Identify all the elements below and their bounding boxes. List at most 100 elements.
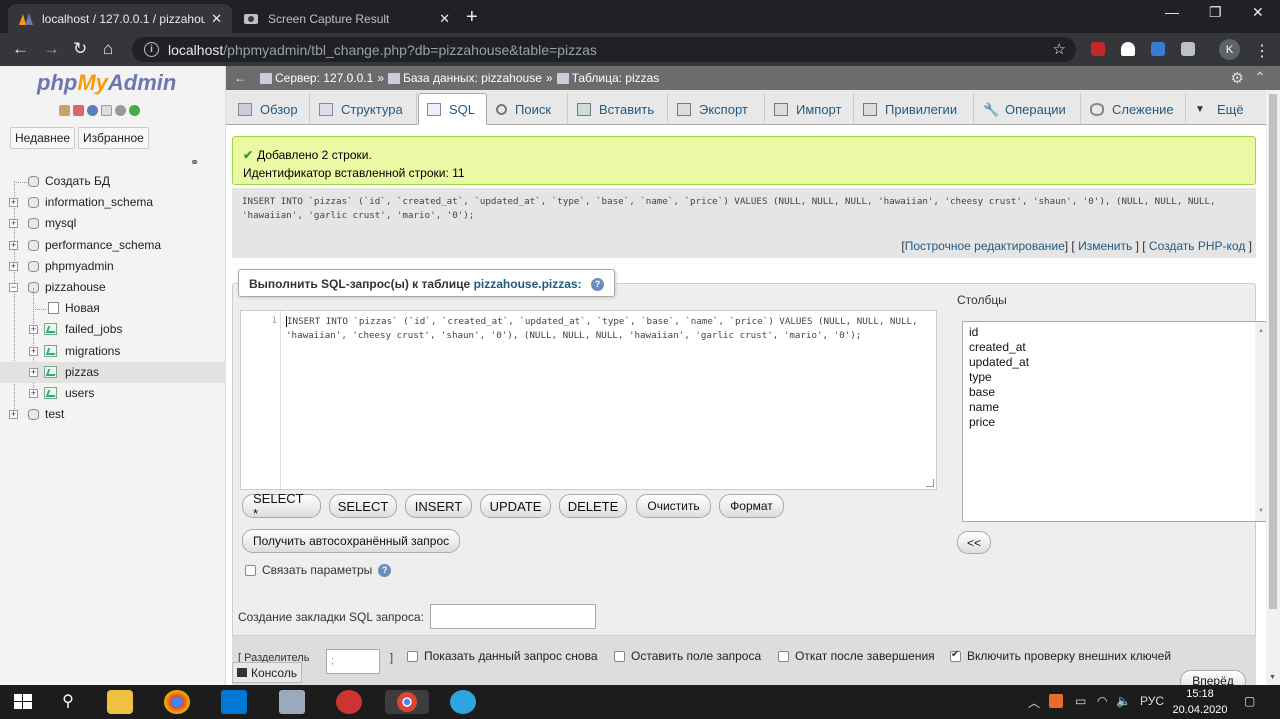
page-scrollbar[interactable]: ▼ xyxy=(1266,90,1280,685)
expand-icon[interactable]: + xyxy=(9,261,18,271)
tree-table-migrations[interactable]: + migrations xyxy=(0,341,226,362)
foreign-key-checks-option[interactable]: Включить проверку внешних ключей xyxy=(950,649,1171,663)
volume-icon[interactable]: 🔈 xyxy=(1116,694,1131,708)
link-chain-icon[interactable]: ⚭ xyxy=(190,156,199,169)
inline-edit-link[interactable]: Построчное редактирование xyxy=(905,239,1065,253)
tab-search[interactable]: Поиск xyxy=(488,93,568,125)
browser-tab-phpmyadmin[interactable]: localhost / 127.0.0.1 / pizzahouse ✕ xyxy=(8,4,232,33)
logout-icon[interactable] xyxy=(73,105,84,116)
tree-db-phpmyadmin[interactable]: + phpmyadmin xyxy=(0,256,226,277)
tab-more[interactable]: ▼ Ещё xyxy=(1187,93,1249,125)
console-toggle[interactable]: Консоль xyxy=(232,662,302,683)
show-query-checkbox[interactable] xyxy=(407,650,418,662)
insert-column-button[interactable]: << xyxy=(957,531,991,554)
search-icon[interactable]: ⚲ xyxy=(55,690,81,714)
tray-display-icon[interactable]: ▭ xyxy=(1075,694,1086,708)
breadcrumb-table[interactable]: Таблица: pizzas xyxy=(572,71,660,85)
taskbar-clock[interactable]: 15:18 20.04.2020 xyxy=(1172,686,1228,718)
windows-start-icon[interactable] xyxy=(10,690,36,714)
clear-button[interactable]: Очистить xyxy=(636,494,711,518)
help-icon[interactable]: ? xyxy=(590,278,604,292)
file-explorer-icon[interactable] xyxy=(107,690,133,714)
bookmark-star-icon[interactable]: ☆ xyxy=(1053,40,1066,58)
scroll-down-icon[interactable]: ▼ xyxy=(1269,674,1276,681)
chrome-active-icon[interactable] xyxy=(385,690,429,714)
rollback-checkbox[interactable] xyxy=(778,650,789,662)
create-php-code-link[interactable]: Создать PHP-код xyxy=(1149,239,1245,253)
tab-privileges[interactable]: Привилегии xyxy=(855,93,974,125)
close-tab-icon[interactable]: ✕ xyxy=(211,11,222,27)
favorite-tables-button[interactable]: Избранное xyxy=(78,127,149,149)
tree-table-pizzas[interactable]: + pizzas xyxy=(0,361,226,383)
profile-avatar[interactable]: K xyxy=(1219,39,1240,60)
ccleaner-icon[interactable] xyxy=(336,690,362,714)
scrollbar-thumb[interactable] xyxy=(1269,94,1277,609)
expand-icon[interactable]: + xyxy=(29,346,38,356)
home-icon[interactable]: ⌂ xyxy=(103,39,113,59)
tree-table-failed-jobs[interactable]: + failed_jobs xyxy=(0,319,226,340)
reload-nav-icon[interactable] xyxy=(129,105,140,116)
input-language[interactable]: РУС xyxy=(1140,694,1164,708)
expand-icon[interactable]: + xyxy=(9,240,18,250)
address-bar[interactable]: i localhost/phpmyadmin/tbl_change.php?db… xyxy=(132,37,1076,62)
bind-parameters-option[interactable]: Связать параметры ? xyxy=(245,563,392,577)
shield-extension-icon[interactable] xyxy=(1151,42,1165,56)
column-option[interactable]: type xyxy=(969,370,1262,385)
home-icon[interactable] xyxy=(59,105,70,116)
expand-icon[interactable]: + xyxy=(29,325,38,335)
tab-tracking[interactable]: Слежение xyxy=(1082,93,1186,125)
expand-icon[interactable]: + xyxy=(9,198,18,208)
tree-db-performance-schema[interactable]: + performance_schema xyxy=(0,235,226,256)
columns-listbox[interactable]: id created_at updated_at type base name … xyxy=(962,321,1269,522)
tree-db-mysql[interactable]: + mysql xyxy=(0,213,226,234)
maximize-icon[interactable]: ❐ xyxy=(1209,4,1222,21)
ublock-extension-icon[interactable] xyxy=(1091,42,1105,56)
help-icon[interactable]: ? xyxy=(378,563,392,577)
column-option[interactable]: price xyxy=(969,415,1262,430)
tree-new-table[interactable]: Новая xyxy=(0,298,226,319)
tab-export[interactable]: Экспорт xyxy=(669,93,765,125)
column-option[interactable]: id xyxy=(969,325,1262,340)
menu-kebab-icon[interactable]: ⋮ xyxy=(1254,41,1270,61)
collapse-top-icon[interactable]: ⌃ xyxy=(1254,69,1266,86)
recent-tables-button[interactable]: Недавнее xyxy=(10,127,76,149)
legend-target[interactable]: pizzahouse.pizzas: xyxy=(474,277,582,291)
tree-create-db[interactable]: Создать БД xyxy=(0,171,226,192)
column-option[interactable]: updated_at xyxy=(969,355,1262,370)
close-tab-icon[interactable]: ✕ xyxy=(439,11,450,27)
edit-query-link[interactable]: Изменить xyxy=(1078,239,1132,253)
expand-icon[interactable]: + xyxy=(9,410,18,420)
tab-insert[interactable]: Вставить xyxy=(569,93,668,125)
update-button[interactable]: UPDATE xyxy=(480,494,551,518)
sql-code[interactable]: INSERT INTO `pizzas` (`id`, `created_at`… xyxy=(286,315,926,343)
keep-query-checkbox[interactable] xyxy=(614,650,625,662)
vscode-icon[interactable] xyxy=(221,690,247,714)
sql-editor[interactable]: 1 INSERT INTO `pizzas` (`id`, `created_a… xyxy=(240,310,937,490)
collapse-icon[interactable]: − xyxy=(9,282,18,292)
breadcrumb-database[interactable]: База данных: pizzahouse xyxy=(403,71,542,85)
rollback-option[interactable]: Откат после завершения xyxy=(778,649,935,663)
phpmyadmin-logo[interactable]: phpMyAdmin xyxy=(37,70,176,96)
resize-handle[interactable] xyxy=(926,479,934,487)
delete-button[interactable]: DELETE xyxy=(559,494,627,518)
back-icon[interactable]: ← xyxy=(12,39,29,59)
new-tab-button[interactable]: + xyxy=(466,6,478,29)
keep-query-box-option[interactable]: Оставить поле запроса xyxy=(614,649,761,663)
minimize-icon[interactable]: — xyxy=(1165,4,1179,20)
telegram-icon[interactable] xyxy=(450,690,476,714)
select-button[interactable]: SELECT xyxy=(329,494,397,518)
collapse-nav-icon[interactable]: ← xyxy=(234,71,246,85)
tab-operations[interactable]: 🔧 Операции xyxy=(975,93,1081,125)
chrome-icon[interactable] xyxy=(164,690,190,714)
column-option[interactable]: created_at xyxy=(969,340,1262,355)
delimiter-input[interactable]: ; xyxy=(326,649,380,674)
notification-extension-icon[interactable] xyxy=(1121,42,1135,56)
info-icon[interactable]: i xyxy=(144,42,159,57)
bookmark-input[interactable] xyxy=(429,604,596,629)
breadcrumb-server[interactable]: Сервер: 127.0.0.1 xyxy=(275,71,373,85)
app-icon[interactable] xyxy=(279,690,305,714)
tray-app-icon[interactable] xyxy=(1049,694,1063,708)
browser-tab-screen-capture[interactable]: Screen Capture Result ✕ xyxy=(234,4,460,33)
settings-gear-icon[interactable] xyxy=(115,105,126,116)
get-autosaved-query-button[interactable]: Получить автосохранённый запрос xyxy=(242,529,461,553)
